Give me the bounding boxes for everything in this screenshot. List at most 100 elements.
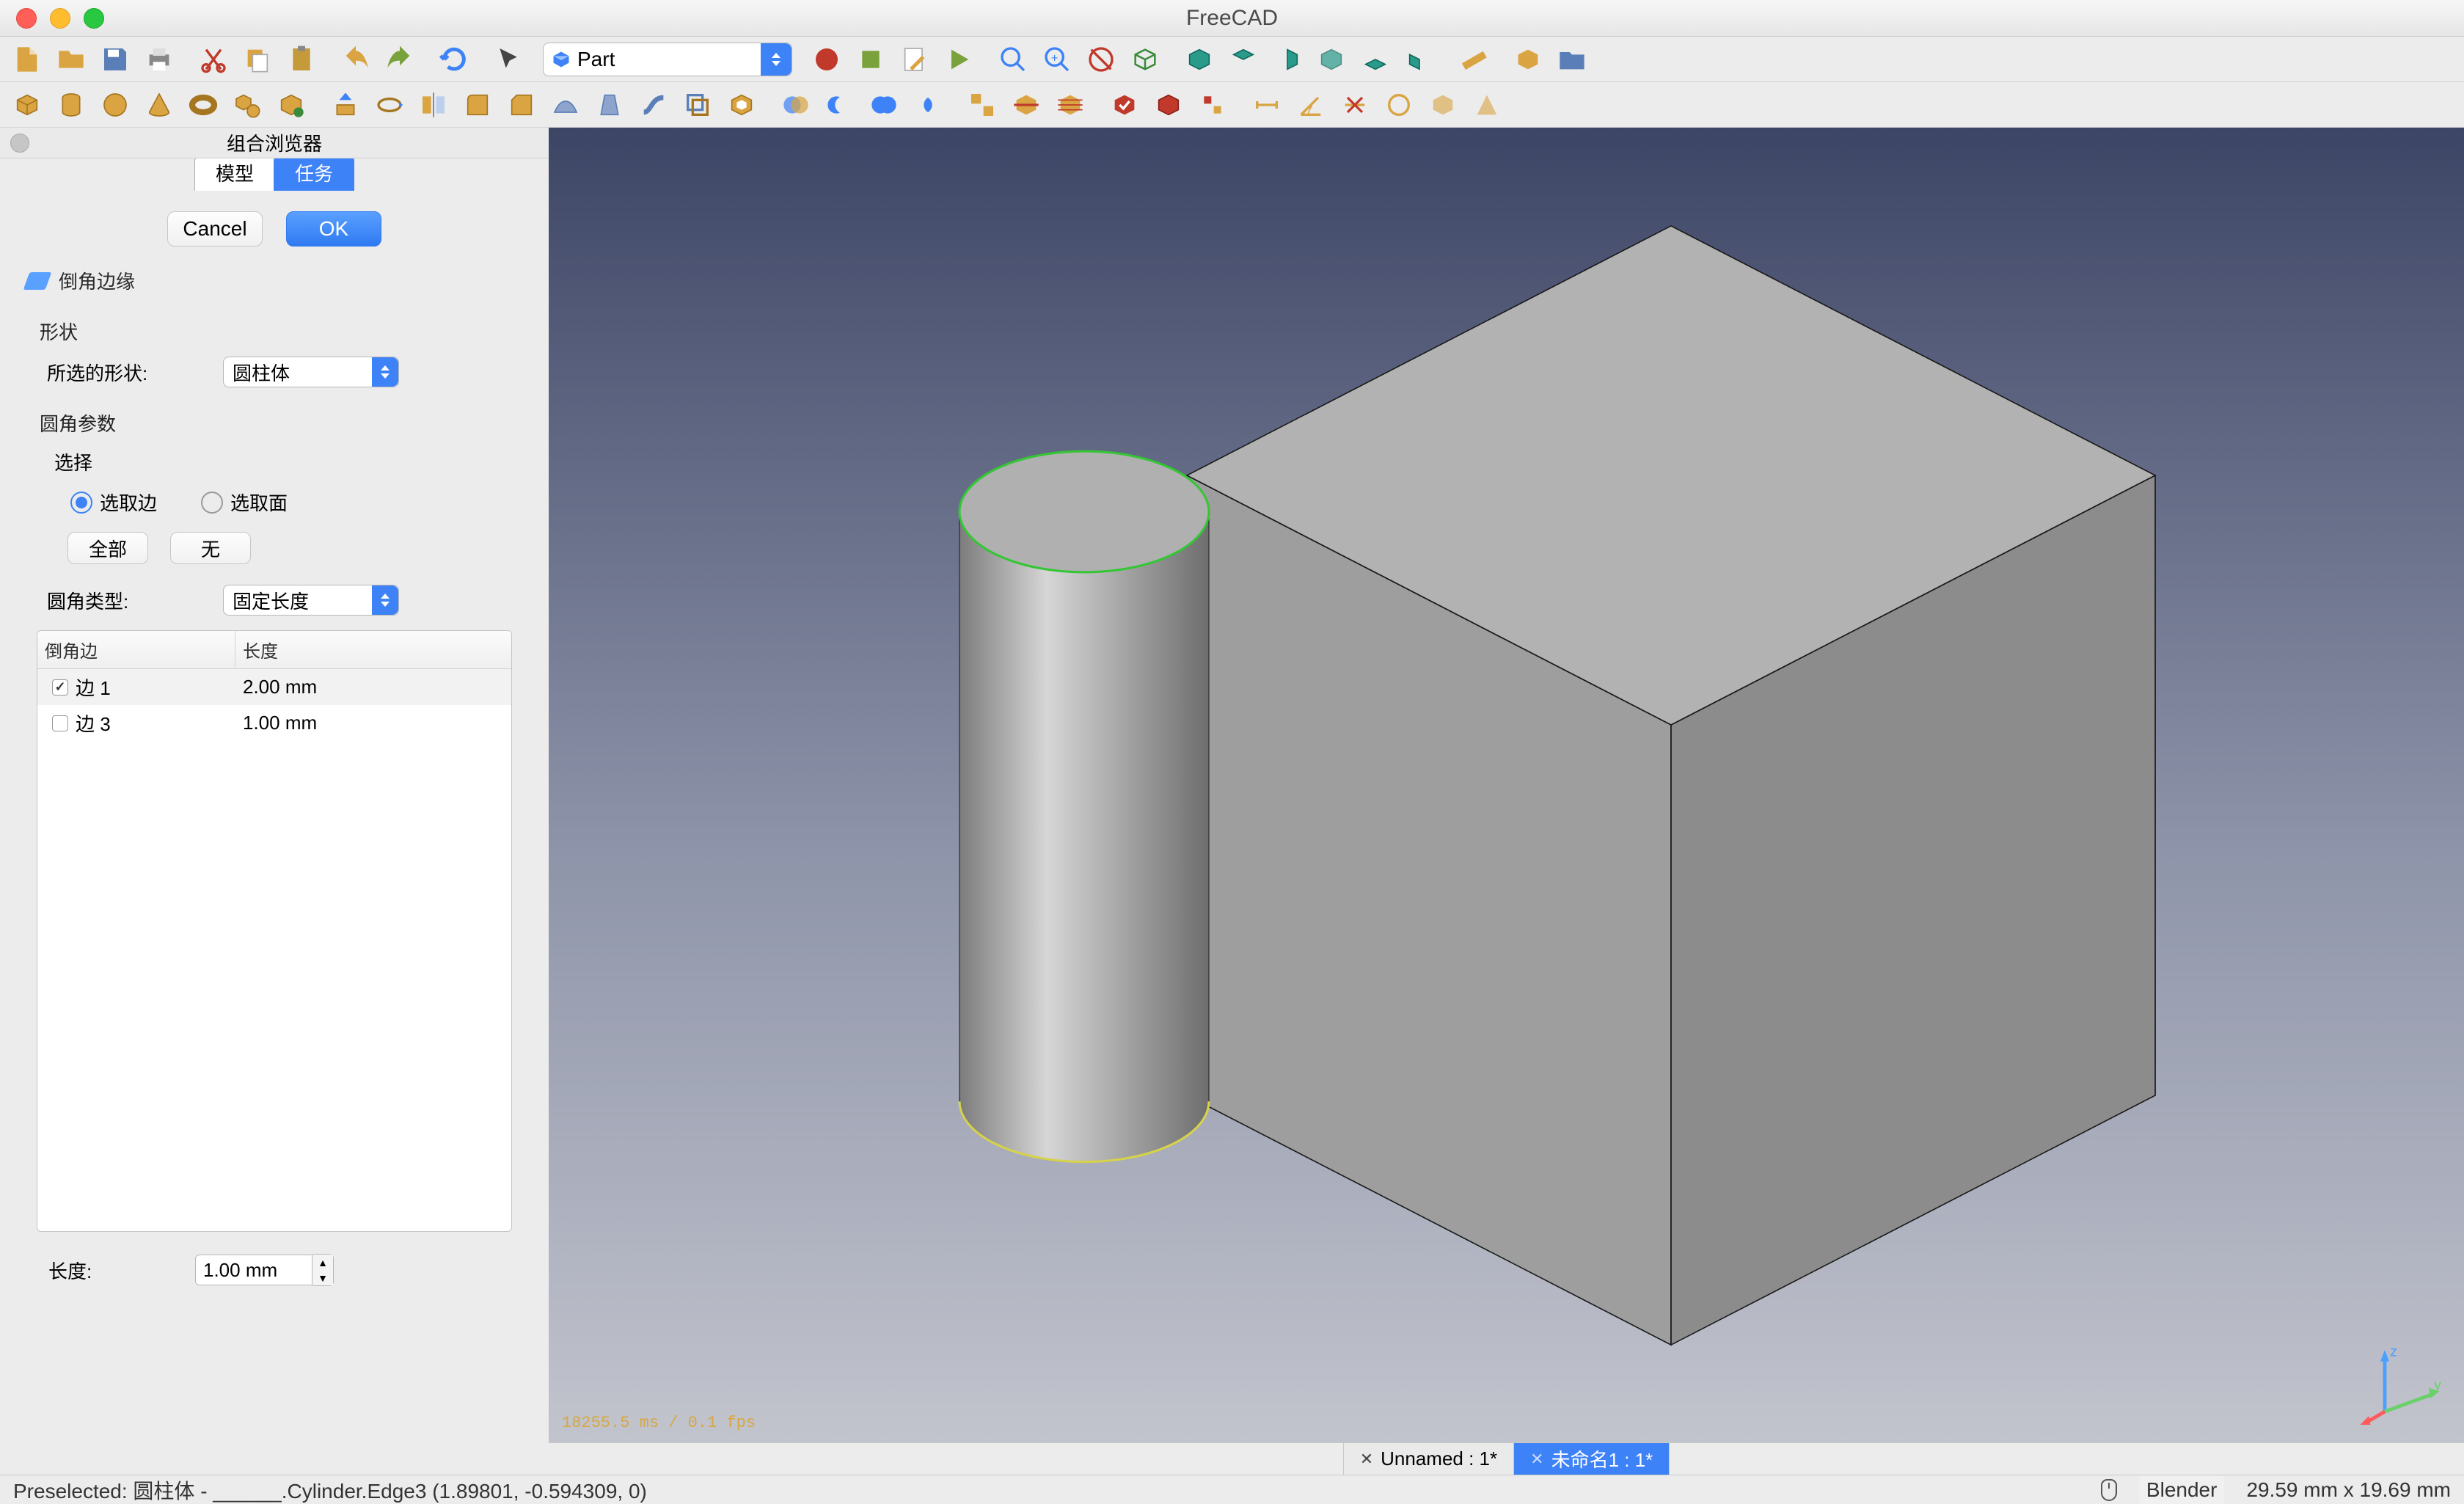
minimize-window-button[interactable]	[50, 8, 70, 29]
part-button[interactable]	[1508, 42, 1548, 77]
redo-button[interactable]	[380, 42, 420, 77]
task-section-header[interactable]: 倒角边缘	[26, 267, 522, 294]
select-all-button[interactable]: 全部	[67, 532, 148, 564]
thickness-button[interactable]	[722, 87, 761, 123]
measure-toggle-3d-button[interactable]	[1423, 87, 1463, 123]
measure-clear-button[interactable]	[1335, 87, 1375, 123]
close-tab-icon[interactable]: ✕	[1530, 1450, 1543, 1469]
paste-button[interactable]	[282, 42, 321, 77]
zoom-window-button[interactable]	[84, 8, 104, 29]
intersect-bool-button[interactable]	[908, 87, 948, 123]
mirror-button[interactable]	[414, 87, 453, 123]
spin-down-button[interactable]: ▼	[312, 1270, 333, 1285]
offset-button[interactable]	[678, 87, 717, 123]
torus-primitive-button[interactable]	[183, 87, 223, 123]
view-front-button[interactable]	[1180, 42, 1219, 77]
view-left-button[interactable]	[1400, 42, 1439, 77]
selected-shape-select[interactable]: 圆柱体	[223, 357, 399, 387]
length-spinbox[interactable]: ▲▼	[195, 1254, 334, 1286]
macro-edit-button[interactable]	[895, 42, 935, 77]
view-bottom-button[interactable]	[1356, 42, 1395, 77]
cross-sections-button[interactable]	[1050, 87, 1090, 123]
length-input[interactable]	[195, 1255, 312, 1285]
row-checkbox[interactable]	[52, 679, 68, 696]
extrude-button[interactable]	[326, 87, 365, 123]
group-button[interactable]	[1552, 42, 1592, 77]
fit-all-button[interactable]	[993, 42, 1033, 77]
print-button[interactable]	[139, 42, 179, 77]
cancel-button[interactable]: Cancel	[167, 211, 263, 247]
view-rear-button[interactable]	[1312, 42, 1351, 77]
3d-viewport[interactable]: 18255.5 ms / 0.1 fps z y	[549, 128, 2464, 1442]
toolbar-part	[0, 82, 2464, 128]
ruled-surface-button[interactable]	[546, 87, 585, 123]
edges-col-edge[interactable]: 倒角边	[37, 631, 235, 668]
boolean-button[interactable]	[776, 87, 816, 123]
cube-primitive-button[interactable]	[7, 87, 47, 123]
measure-angular-button[interactable]	[1291, 87, 1331, 123]
panel-tabs: 模型 任务	[0, 158, 549, 191]
new-file-button[interactable]	[7, 42, 47, 77]
viewport-stats: 18255.5 ms / 0.1 fps	[562, 1414, 756, 1432]
undo-button[interactable]	[336, 42, 376, 77]
macro-record-button[interactable]	[807, 42, 847, 77]
view-top-button[interactable]	[1224, 42, 1263, 77]
spin-up-button[interactable]: ▲	[312, 1255, 333, 1270]
loft-button[interactable]	[590, 87, 629, 123]
workbench-selector[interactable]: Part	[543, 43, 792, 76]
axis-indicator[interactable]: z y	[2358, 1337, 2446, 1425]
panel-close-icon[interactable]	[10, 134, 29, 153]
cylinder-primitive-button[interactable]	[51, 87, 91, 123]
measure-toggle-button[interactable]	[1379, 87, 1419, 123]
measure-linear-button[interactable]	[1247, 87, 1287, 123]
sweep-button[interactable]	[634, 87, 673, 123]
shapebuilder-button[interactable]	[271, 87, 311, 123]
edges-col-length[interactable]: 长度	[235, 631, 511, 668]
close-window-button[interactable]	[16, 8, 37, 29]
table-row[interactable]: 边 3 1.00 mm	[37, 705, 511, 741]
view-iso-button[interactable]	[1125, 42, 1165, 77]
draw-style-button[interactable]	[1081, 42, 1121, 77]
revolve-button[interactable]	[370, 87, 409, 123]
sphere-primitive-button[interactable]	[95, 87, 135, 123]
radio-select-face[interactable]: 选取面	[201, 489, 288, 516]
chamfer-button[interactable]	[502, 87, 541, 123]
table-row[interactable]: 边 1 2.00 mm	[37, 669, 511, 705]
defeaturing-button[interactable]	[1149, 87, 1188, 123]
cone-primitive-button[interactable]	[139, 87, 179, 123]
part-workbench-icon	[551, 49, 571, 70]
navigation-style[interactable]: Blender	[2139, 1475, 2225, 1504]
measure-toggle-delta-button[interactable]	[1467, 87, 1507, 123]
attach-button[interactable]	[1193, 87, 1232, 123]
cut-button[interactable]	[194, 42, 233, 77]
compound-button[interactable]	[962, 87, 1002, 123]
document-tab[interactable]: ✕ Unnamed : 1*	[1343, 1443, 1514, 1475]
fit-selection-button[interactable]: +	[1037, 42, 1077, 77]
close-tab-icon[interactable]: ✕	[1360, 1450, 1373, 1469]
ok-button[interactable]: OK	[286, 211, 381, 247]
edges-table: 倒角边 长度 边 1 2.00 mm 边 3 1.00 mm	[37, 630, 512, 1232]
section-button[interactable]	[1006, 87, 1046, 123]
primitives-button[interactable]	[227, 87, 267, 123]
pointer-button[interactable]	[489, 42, 528, 77]
fillet-button[interactable]	[458, 87, 497, 123]
select-none-button[interactable]: 无	[170, 532, 251, 564]
document-tabs: ✕ Unnamed : 1* ✕ 未命名1 : 1*	[0, 1442, 2464, 1475]
copy-button[interactable]	[238, 42, 277, 77]
macro-stop-button[interactable]	[851, 42, 891, 77]
radio-select-edge[interactable]: 选取边	[70, 489, 157, 516]
refresh-button[interactable]	[434, 42, 474, 77]
cut-bool-button[interactable]	[820, 87, 860, 123]
document-tab[interactable]: ✕ 未命名1 : 1*	[1514, 1443, 1670, 1475]
save-button[interactable]	[95, 42, 135, 77]
view-right-button[interactable]	[1268, 42, 1307, 77]
tab-tasks[interactable]: 任务	[274, 154, 354, 191]
check-geometry-button[interactable]	[1105, 87, 1144, 123]
fillet-type-select[interactable]: 固定长度	[223, 585, 399, 616]
macro-play-button[interactable]	[939, 42, 979, 77]
union-bool-button[interactable]	[864, 87, 904, 123]
tab-model[interactable]: 模型	[194, 154, 275, 191]
measure-button[interactable]	[1454, 42, 1494, 77]
row-checkbox[interactable]	[52, 715, 68, 731]
open-file-button[interactable]	[51, 42, 91, 77]
